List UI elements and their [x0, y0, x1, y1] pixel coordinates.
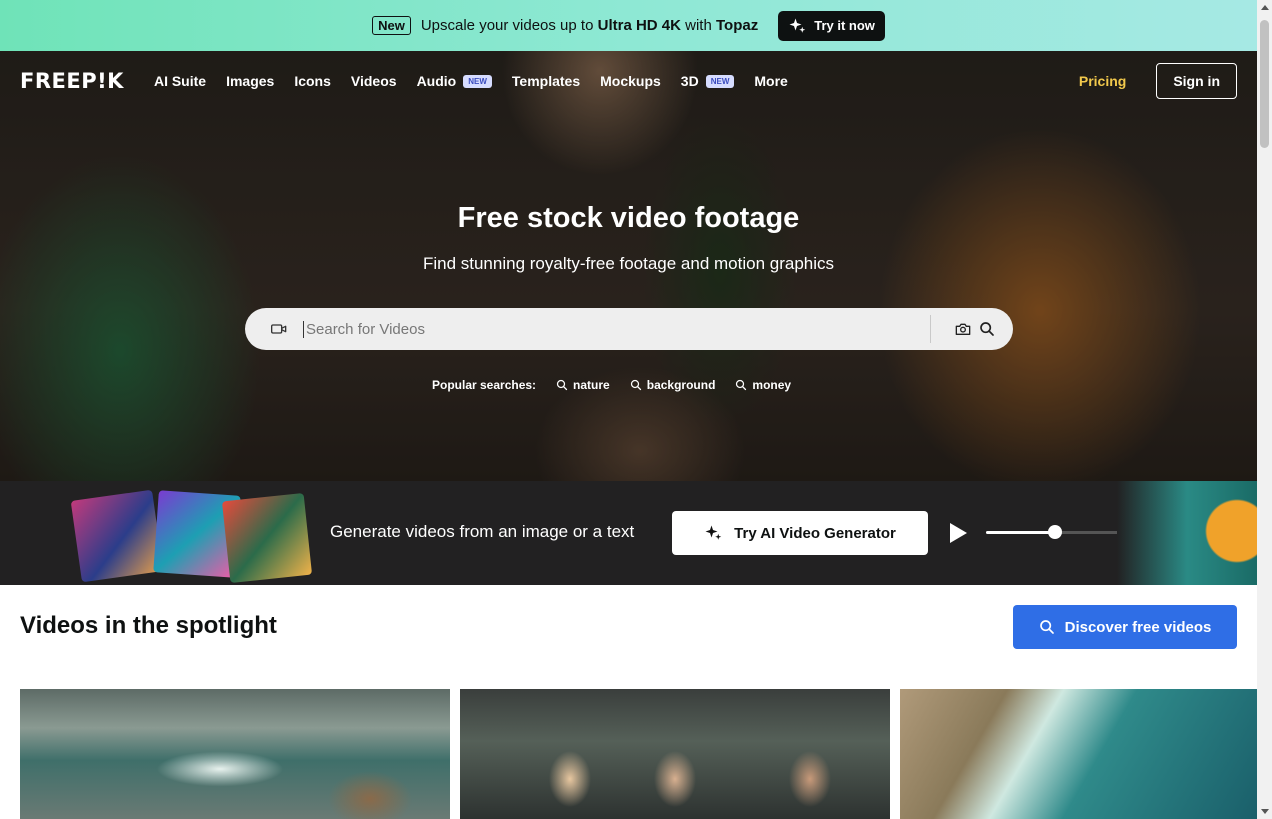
video-camera-icon[interactable]	[271, 321, 287, 337]
play-icon[interactable]	[950, 523, 967, 543]
sparkle-icon	[788, 17, 806, 35]
nav-links: AI Suite Images Icons Videos Audio NEW Te…	[154, 73, 788, 89]
search-icon	[1039, 619, 1055, 635]
search-input[interactable]	[303, 320, 914, 338]
ai-band-text: Generate videos from an image or a text	[330, 522, 635, 541]
new-tag: NEW	[463, 74, 492, 88]
new-tag: NEW	[705, 74, 735, 88]
try-it-now-button[interactable]: Try it now	[778, 10, 885, 41]
camera-icon[interactable]	[955, 321, 971, 337]
nav-3d[interactable]: 3D NEW	[681, 73, 735, 89]
sparkle-icon	[704, 524, 722, 542]
discover-free-videos-button[interactable]: Discover free videos	[1013, 605, 1237, 649]
hero-section: FREEP!K AI Suite Images Icons Videos Aud…	[0, 51, 1257, 481]
search-divider	[930, 315, 931, 343]
ai-thumbnails	[70, 489, 313, 584]
search-icon	[556, 379, 568, 391]
video-thumbnail-meeting[interactable]	[460, 689, 890, 819]
popular-search-nature[interactable]: nature	[556, 378, 610, 392]
band-decoration	[1117, 481, 1257, 585]
nav-templates[interactable]: Templates	[512, 73, 580, 89]
popular-searches-label: Popular searches:	[432, 378, 537, 392]
popular-searches: Popular searches: nature background mone…	[432, 378, 791, 392]
nav-icons[interactable]: Icons	[294, 73, 331, 89]
page-subtitle: Find stunning royalty-free footage and m…	[422, 254, 835, 273]
search-icon	[735, 379, 747, 391]
new-badge: New	[372, 16, 411, 35]
ai-thumbnail	[221, 492, 313, 584]
search-icon	[630, 379, 642, 391]
page-scrollbar[interactable]	[1257, 0, 1272, 819]
popular-search-background[interactable]: background	[630, 378, 715, 392]
slider-fill	[986, 531, 1056, 534]
sign-in-button[interactable]: Sign in	[1156, 63, 1237, 99]
search-bar	[245, 308, 1013, 350]
promo-text: Upscale your videos up to Ultra HD 4K wi…	[420, 17, 759, 34]
ai-thumbnail	[70, 489, 164, 583]
nav-images[interactable]: Images	[226, 73, 274, 89]
nav-ai-suite[interactable]: AI Suite	[154, 73, 206, 89]
try-ai-video-generator-button[interactable]: Try AI Video Generator	[672, 511, 928, 555]
ai-video-band: Generate videos from an image or a text …	[0, 481, 1257, 585]
freepik-logo[interactable]: FREEP!K	[20, 69, 124, 93]
search-icon[interactable]	[979, 321, 995, 337]
video-thumbnail-river[interactable]	[20, 689, 450, 819]
scroll-thumb[interactable]	[1260, 20, 1269, 148]
video-thumbnail-coast[interactable]	[900, 689, 1257, 819]
scroll-down-arrow[interactable]	[1261, 809, 1269, 814]
nav-more[interactable]: More	[754, 73, 787, 89]
nav-mockups[interactable]: Mockups	[600, 73, 661, 89]
page-title: Free stock video footage	[457, 202, 800, 234]
popular-search-money[interactable]: money	[735, 378, 791, 392]
promo-banner: New Upscale your videos up to Ultra HD 4…	[0, 0, 1257, 51]
nav-audio[interactable]: Audio NEW	[417, 73, 492, 89]
scroll-up-arrow[interactable]	[1261, 5, 1269, 10]
pricing-link[interactable]: Pricing	[1079, 73, 1126, 89]
nav-videos[interactable]: Videos	[351, 73, 397, 89]
slider-knob[interactable]	[1048, 525, 1063, 539]
section-title: Videos in the spotlight	[20, 612, 277, 639]
main-nav: FREEP!K AI Suite Images Icons Videos Aud…	[0, 51, 1257, 111]
